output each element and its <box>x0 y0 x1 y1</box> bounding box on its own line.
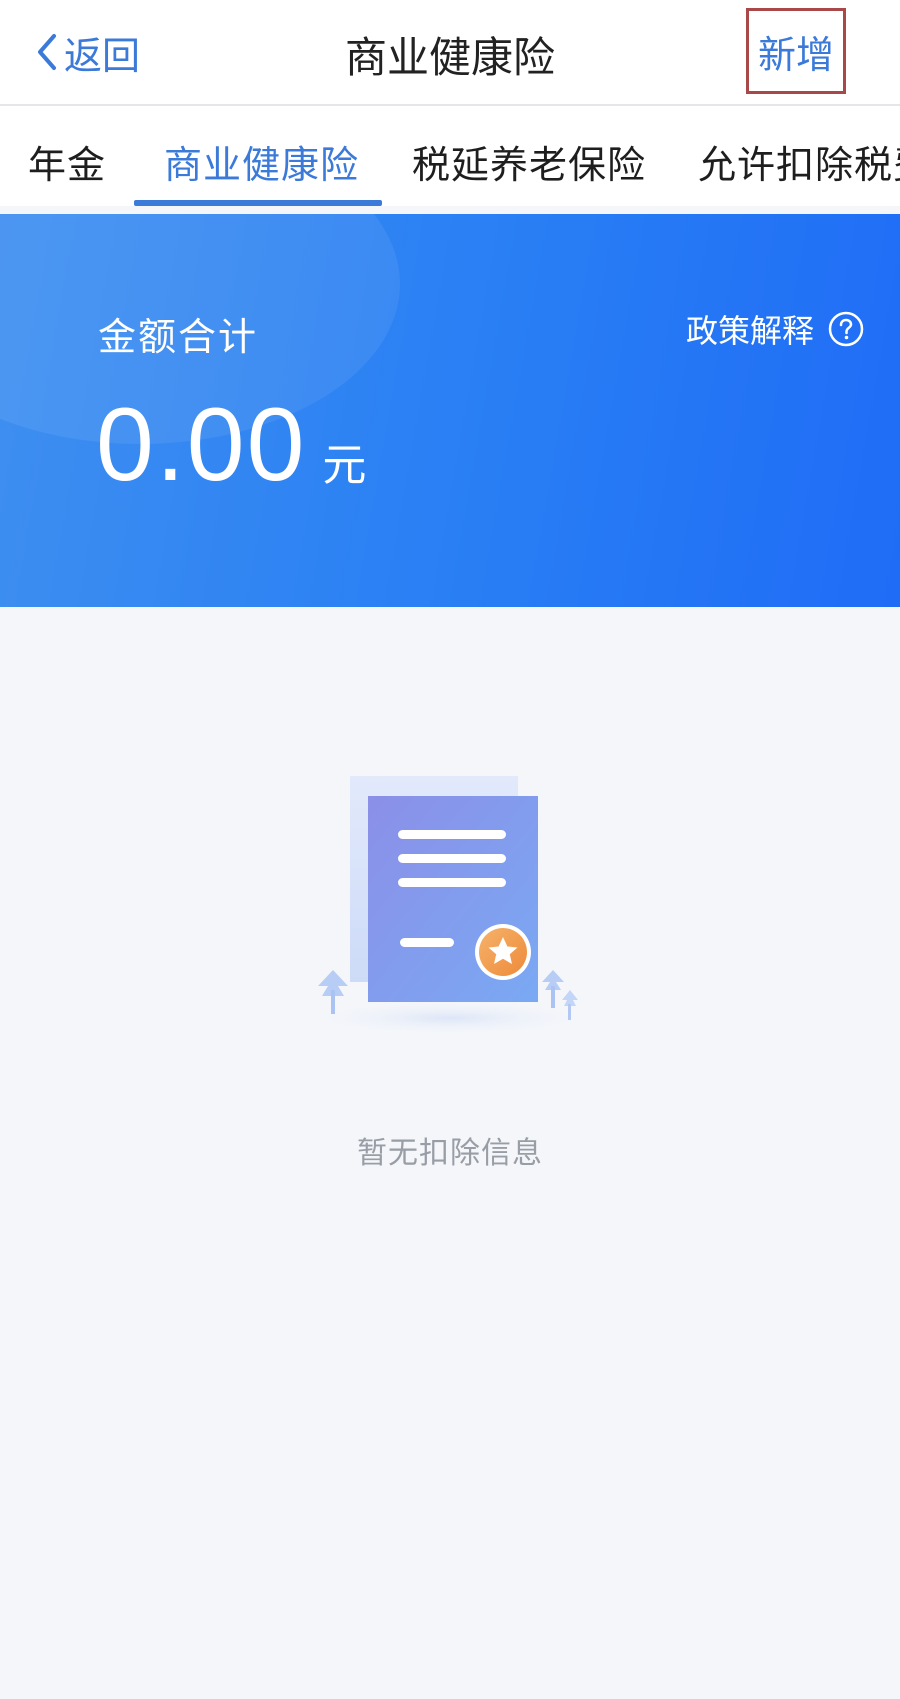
add-label: 新增 <box>757 32 834 77</box>
question-circle-icon <box>828 311 864 347</box>
tab-annuity[interactable]: 年金 <box>28 134 106 189</box>
add-button[interactable]: 新增 <box>746 8 846 94</box>
tab-deductible-taxes[interactable]: 允许扣除税费 <box>698 134 900 189</box>
total-amount-unit: 元 <box>322 440 367 491</box>
active-tab-indicator <box>134 200 382 206</box>
policy-explanation-link[interactable]: 政策解释 <box>686 306 864 352</box>
category-tabs: 年金 商业健康险 税延养老保险 允许扣除税费 <box>0 106 900 206</box>
total-amount-label: 金额合计 <box>98 315 259 359</box>
empty-state-text: 暂无扣除信息 <box>357 1136 543 1171</box>
policy-explanation-label: 政策解释 <box>685 312 814 350</box>
summary-banner: 金额合计 政策解释 0.00 元 <box>0 214 900 607</box>
navigation-bar: 返回 商业健康险 新增 <box>0 0 900 106</box>
total-amount: 0.00 元 <box>96 386 366 505</box>
certificate-illustration-icon <box>300 776 600 1036</box>
tab-tax-deferred-pension[interactable]: 税延养老保险 <box>412 134 646 189</box>
tab-commercial-health-insurance[interactable]: 商业健康险 <box>164 134 359 189</box>
total-amount-value: 0.00 <box>96 387 307 503</box>
